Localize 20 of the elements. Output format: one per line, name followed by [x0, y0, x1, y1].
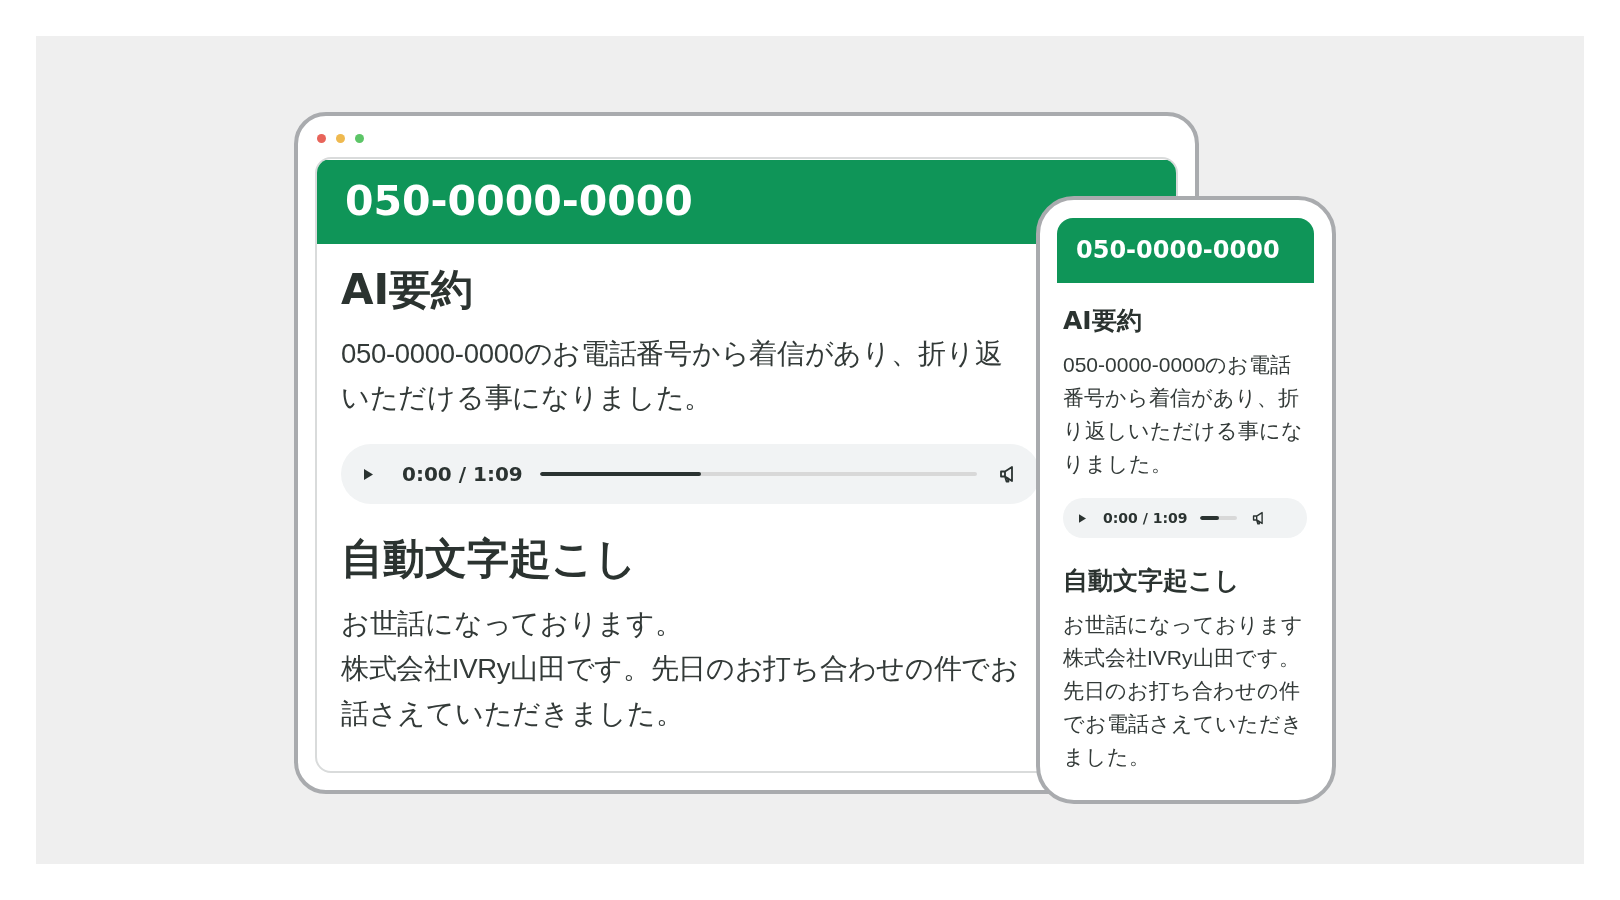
phone-number-title: 050-0000-0000: [345, 179, 693, 225]
section-heading: AI要約: [1063, 305, 1142, 337]
time-display: 0:00 / 1:09: [1103, 510, 1188, 526]
phone-number-title: 050-0000-0000: [1076, 237, 1280, 264]
window-dot-icon[interactable]: [355, 134, 364, 143]
play-icon[interactable]: [364, 468, 373, 480]
time-display: 0:00 / 1:09: [402, 462, 523, 486]
progress-track[interactable]: [539, 472, 977, 476]
speaker-icon[interactable]: [1251, 511, 1266, 525]
section-heading: AI要約: [341, 264, 474, 316]
progress-track[interactable]: [1199, 516, 1237, 520]
window-dot-icon[interactable]: [336, 134, 345, 143]
play-icon[interactable]: [1079, 513, 1086, 523]
summary-text: 050-0000-0000のお電話番号から着信があり、折り返 いただける事になりました。: [341, 337, 1003, 415]
section-heading: 自動文字起こし: [341, 533, 637, 585]
window-dot-icon[interactable]: [317, 134, 326, 143]
transcript-text: お世話になっております 株式会社IVRy山田です。 先日のお打ち合わせの件 でお電話さえていただき ました。: [1063, 612, 1303, 770]
summary-text: 050-0000-0000のお電話 番号から着信があり、折 り返しいただける事にな りました。: [1063, 352, 1303, 477]
section-heading: 自動文字起こし: [1063, 565, 1240, 597]
transcript-text: お世話になっております。 株式会社IVRy山田です。先日のお打ち合わせの件でお 話さえていただきました。: [341, 607, 1019, 731]
